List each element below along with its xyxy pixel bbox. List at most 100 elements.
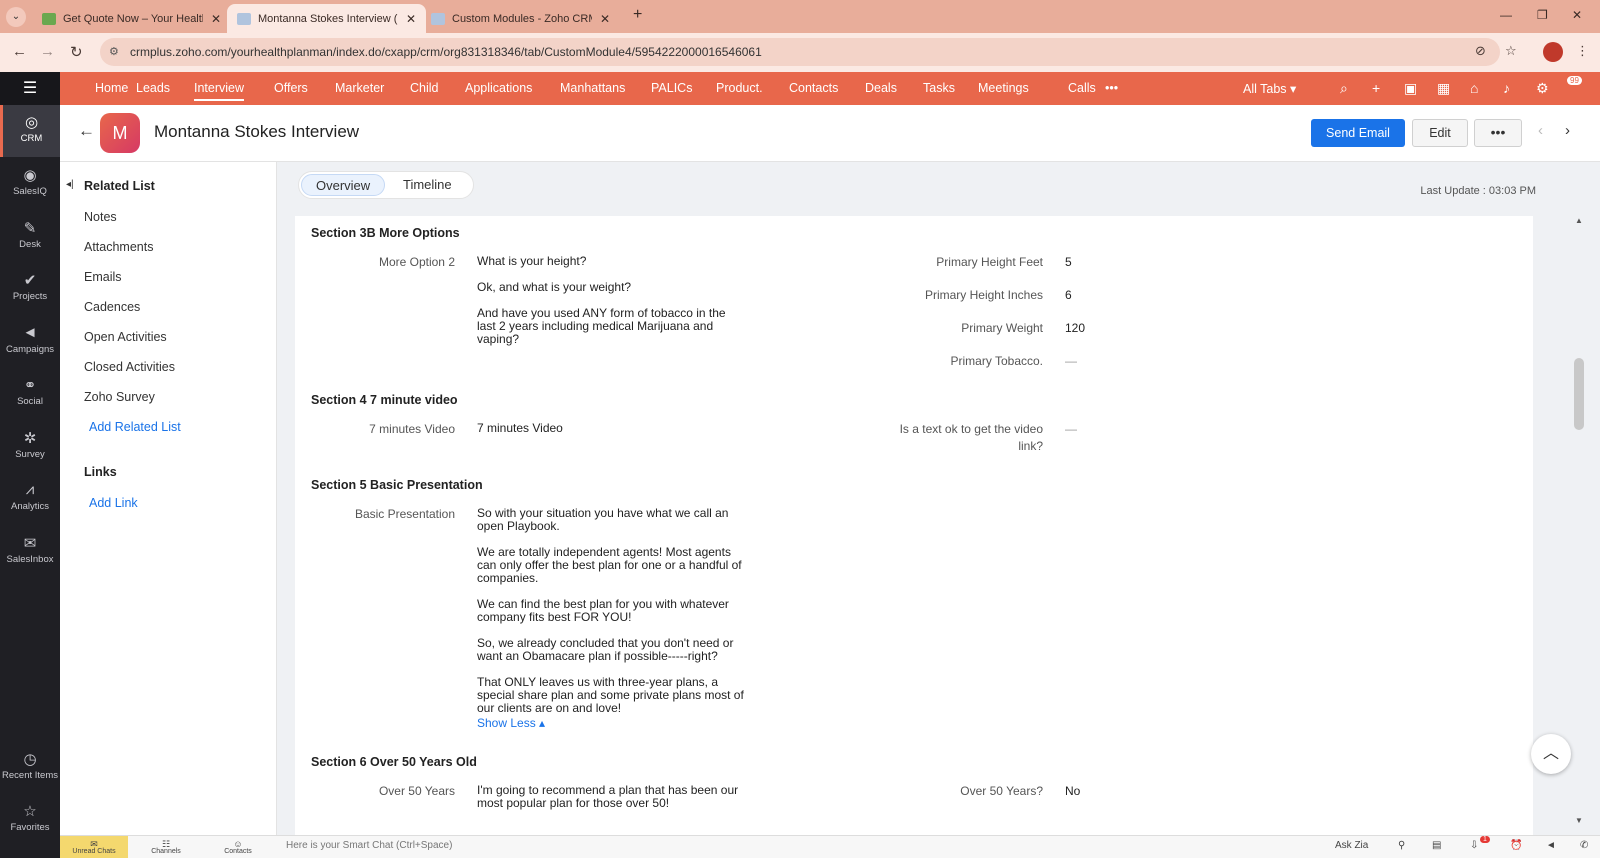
nav-calls[interactable]: Calls <box>1068 81 1096 95</box>
new-tab-icon[interactable]: + <box>633 6 642 24</box>
url-input[interactable]: ⚙ crmplus.zoho.com/yourhealthplanman/ind… <box>100 38 1500 66</box>
rail-item-projects[interactable]: ✔ Projects <box>0 263 60 315</box>
nav-leads[interactable]: Leads <box>136 81 170 95</box>
add-related-list-link[interactable]: Add Related List <box>89 420 181 434</box>
close-icon[interactable]: ✕ <box>211 12 221 26</box>
rail-menu-icon[interactable]: ☰ <box>0 72 60 105</box>
tab-timeline[interactable]: Timeline <box>389 174 466 196</box>
rail-item-salesinbox[interactable]: ✉ SalesInbox <box>0 526 60 578</box>
rail-item-favorites[interactable]: ☆ Favorites <box>0 794 60 846</box>
activity-icon[interactable]: ▣ <box>1404 80 1417 97</box>
show-less-link[interactable]: Show Less ▴ <box>477 716 545 730</box>
nav-deals[interactable]: Deals <box>865 81 897 95</box>
back-arrow-icon[interactable]: ← <box>78 121 95 141</box>
scroll-up-icon[interactable]: ▲ <box>1575 216 1583 225</box>
browser-tab-get-quote[interactable]: Get Quote Now – Your Health P ✕ <box>32 4 231 33</box>
view-switcher: Overview Timeline <box>298 171 474 199</box>
zia-icon[interactable]: ⚲ <box>1398 840 1405 851</box>
back-icon[interactable]: ← <box>12 43 27 60</box>
nav-home[interactable]: Home <box>95 81 128 95</box>
scrollbar[interactable] <box>1570 210 1584 810</box>
profile-avatar[interactable] <box>1543 42 1563 62</box>
scroll-down-icon[interactable]: ▼ <box>1575 816 1583 825</box>
nav-manhattans[interactable]: Manhattans <box>560 81 625 95</box>
section-title: Section 5 Basic Presentation <box>311 478 483 492</box>
scroll-to-top-button[interactable]: ︿ <box>1531 734 1571 774</box>
nav-applications[interactable]: Applications <box>465 81 532 95</box>
contacts-tab[interactable]: ☺ Contacts <box>208 839 268 855</box>
minimize-icon[interactable]: — <box>1500 8 1512 22</box>
rail-label: SalesInbox <box>6 554 54 565</box>
scrollbar-thumb[interactable] <box>1574 358 1584 430</box>
related-item-open-activities[interactable]: Open Activities <box>84 330 167 344</box>
nav-contacts[interactable]: Contacts <box>789 81 838 95</box>
nav-interview[interactable]: Interview <box>194 81 245 101</box>
add-link[interactable]: Add Link <box>89 496 138 510</box>
announce-icon[interactable]: ◄ <box>1546 840 1556 851</box>
notification-bell-icon[interactable]: ♪ <box>1503 80 1510 96</box>
tab-overview[interactable]: Overview <box>301 174 386 196</box>
record-title: Montanna Stokes Interview <box>154 122 360 141</box>
download-count-badge: 1 <box>1480 836 1490 843</box>
alarm-icon[interactable]: ⏰ <box>1510 840 1522 851</box>
related-item-zoho-survey[interactable]: Zoho Survey <box>84 390 155 404</box>
reload-icon[interactable]: ↻ <box>70 43 83 61</box>
forward-icon[interactable]: → <box>40 43 55 60</box>
send-email-button[interactable]: Send Email <box>1311 119 1405 147</box>
related-item-emails[interactable]: Emails <box>84 270 122 284</box>
window-close-icon[interactable]: ✕ <box>1572 8 1582 22</box>
browser-tab-custom-modules[interactable]: Custom Modules - Zoho CRM ✕ <box>421 4 620 33</box>
related-item-attachments[interactable]: Attachments <box>84 240 153 254</box>
nav-marketer[interactable]: Marketer <box>335 81 384 95</box>
browser-menu-icon[interactable]: ⋮ <box>1576 43 1589 59</box>
unread-chats-tab[interactable]: ✉ Unread Chats <box>60 836 128 858</box>
related-item-closed-activities[interactable]: Closed Activities <box>84 360 175 374</box>
channels-tab[interactable]: ☷ Channels <box>136 839 196 855</box>
tab-search-icon[interactable]: ⌄ <box>6 7 26 27</box>
rail-item-recent-items[interactable]: ◷ Recent Items <box>0 742 60 794</box>
calendar-icon[interactable]: ▦ <box>1437 80 1450 97</box>
add-icon[interactable]: + <box>1372 80 1380 96</box>
smart-chat-input[interactable]: Here is your Smart Chat (Ctrl+Space) <box>286 840 452 851</box>
rail-label: Projects <box>12 291 48 302</box>
downloads-icon[interactable]: ⇩ <box>1470 840 1478 851</box>
previous-record-icon[interactable]: ‹ <box>1538 122 1543 139</box>
close-icon[interactable]: ✕ <box>406 12 416 26</box>
nav-meetings[interactable]: Meetings <box>978 81 1029 95</box>
rail-item-desk[interactable]: ✎ Desk <box>0 211 60 263</box>
marketplace-icon[interactable]: ⌂ <box>1470 80 1478 96</box>
nav-tasks[interactable]: Tasks <box>923 81 955 95</box>
next-record-icon[interactable]: › <box>1565 122 1570 139</box>
rail-item-campaigns[interactable]: ◄ Campaigns <box>0 316 60 368</box>
related-item-notes[interactable]: Notes <box>84 210 117 224</box>
nav-product[interactable]: Product. <box>716 81 763 95</box>
eye-off-icon[interactable]: ⊘ <box>1475 43 1486 59</box>
rail-item-salesiq[interactable]: ◉ SalesIQ <box>0 158 60 210</box>
edit-button[interactable]: Edit <box>1412 119 1468 147</box>
detail-card: Section 3B More Options More Option 2 Wh… <box>295 216 1533 835</box>
collapse-panel-icon[interactable]: ◂| <box>66 179 74 190</box>
notes-icon[interactable]: ▤ <box>1432 840 1441 851</box>
support-icon[interactable]: ✆ <box>1580 840 1588 851</box>
rail-item-social[interactable]: ⚭ Social <box>0 368 60 420</box>
close-icon[interactable]: ✕ <box>600 12 610 26</box>
nav-palics[interactable]: PALICs <box>651 81 692 95</box>
restore-icon[interactable]: ❐ <box>1537 8 1548 22</box>
rail-item-survey[interactable]: ✲ Survey <box>0 421 60 473</box>
settings-gear-icon[interactable]: ⚙ <box>1536 80 1549 97</box>
search-icon[interactable]: ⌕ <box>1340 80 1348 97</box>
nav-child[interactable]: Child <box>410 81 439 95</box>
more-actions-button[interactable]: ••• <box>1474 119 1522 147</box>
all-tabs-dropdown[interactable]: All Tabs ▾ <box>1243 81 1296 96</box>
rail-item-crm[interactable]: ◎ CRM <box>0 105 60 157</box>
related-item-cadences[interactable]: Cadences <box>84 300 140 314</box>
nav-more-icon[interactable]: ••• <box>1105 81 1118 95</box>
nav-offers[interactable]: Offers <box>274 81 308 95</box>
site-info-icon[interactable]: ⚙ <box>109 38 119 66</box>
bookmark-star-icon[interactable]: ☆ <box>1505 43 1517 59</box>
rail-label: Survey <box>15 449 45 460</box>
browser-tab-interview[interactable]: Montanna Stokes Interview (Int ✕ <box>227 4 427 33</box>
ask-zia-button[interactable]: Ask Zia <box>1335 840 1368 851</box>
contacts-icon: ☺ <box>233 839 243 849</box>
rail-item-analytics[interactable]: ⩘ Analytics <box>0 473 60 525</box>
